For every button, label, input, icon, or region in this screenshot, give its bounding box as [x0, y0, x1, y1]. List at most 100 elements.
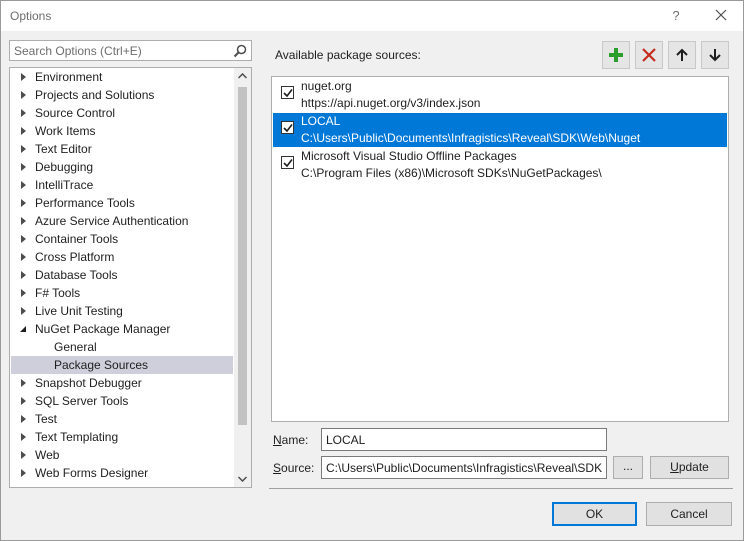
tree-item[interactable]: Performance Tools [11, 194, 233, 212]
source-url: C:\Users\Public\Documents\Infragistics\R… [301, 131, 641, 145]
move-up-button[interactable] [668, 41, 696, 69]
source-enabled-checkbox[interactable] [281, 156, 294, 169]
remove-source-button[interactable] [635, 41, 663, 69]
source-enabled-checkbox[interactable] [281, 121, 294, 134]
checkmark-icon [283, 159, 293, 168]
collapsed-arrow-icon[interactable] [21, 307, 26, 315]
remove-icon [642, 48, 656, 62]
source-url: C:\Program Files (x86)\Microsoft SDKs\Nu… [301, 166, 602, 180]
title-bar: Options ? [1, 1, 743, 31]
collapsed-arrow-icon[interactable] [21, 433, 26, 441]
source-label: Source: [273, 461, 315, 475]
footer-divider [269, 488, 733, 489]
tree-item[interactable]: SQL Server Tools [11, 392, 233, 410]
collapsed-arrow-icon[interactable] [21, 415, 26, 423]
checkmark-icon [283, 124, 293, 133]
collapsed-arrow-icon[interactable] [21, 271, 26, 279]
tree-item-label: IntelliTrace [35, 178, 94, 192]
collapsed-arrow-icon[interactable] [21, 217, 26, 225]
help-button[interactable]: ? [665, 5, 687, 27]
tree-item[interactable]: Container Tools [11, 230, 233, 248]
options-tree: Web Forms Designer Web Text Templating Test… [9, 67, 252, 488]
package-source-row[interactable]: Microsoft Visual Studio Offline Packages… [273, 148, 727, 182]
package-source-row[interactable]: nuget.org https://api.nuget.org/v3/index.… [273, 78, 727, 112]
tree-item[interactable]: IntelliTrace [11, 176, 233, 194]
tree-item-label: Environment [35, 70, 103, 84]
tree-item-label: SQL Server Tools [35, 394, 129, 408]
search-icon[interactable] [233, 44, 247, 58]
collapsed-arrow-icon[interactable] [21, 73, 26, 81]
tree-item-label: Text Templating [35, 430, 119, 444]
available-sources-label: Available package sources: [275, 48, 421, 62]
tree-item-label: Snapshot Debugger [35, 376, 142, 390]
tree-item[interactable]: Debugging [11, 158, 233, 176]
collapsed-arrow-icon[interactable] [21, 379, 26, 387]
move-down-button[interactable] [701, 41, 729, 69]
tree-item-label: Database Tools [35, 268, 118, 282]
tree-item-label: Cross Platform [35, 250, 115, 264]
collapsed-arrow-icon[interactable] [21, 469, 26, 477]
collapsed-arrow-icon[interactable] [21, 127, 26, 135]
tree-item[interactable]: Text Editor [11, 140, 233, 158]
add-source-button[interactable] [602, 41, 630, 69]
search-options-field[interactable] [9, 40, 252, 61]
tree-item[interactable]: Environment [11, 68, 233, 86]
scroll-up-icon[interactable] [238, 73, 247, 79]
collapsed-arrow-icon[interactable] [21, 451, 26, 459]
collapsed-arrow-icon[interactable] [21, 253, 26, 261]
tree-item[interactable]: Live Unit Testing [11, 302, 233, 320]
cancel-button[interactable]: Cancel [646, 502, 732, 526]
tree-item[interactable]: Text Templating [11, 428, 233, 446]
source-name: Microsoft Visual Studio Offline Packages [301, 149, 517, 163]
tree-item[interactable]: Snapshot Debugger [11, 374, 233, 392]
tree-item-label: F# Tools [35, 286, 81, 300]
source-input[interactable] [322, 457, 606, 478]
collapsed-arrow-icon[interactable] [21, 235, 26, 243]
scroll-down-icon[interactable] [238, 476, 247, 482]
tree-item[interactable]: Web Forms Designer [11, 464, 233, 482]
search-input[interactable] [10, 41, 230, 60]
tree-item-label: Package Sources [54, 358, 149, 372]
tree-item[interactable]: Database Tools [11, 266, 233, 284]
tree-item[interactable]: Test [11, 410, 233, 428]
collapsed-arrow-icon[interactable] [21, 199, 26, 207]
close-button[interactable] [709, 5, 733, 27]
tree-item[interactable]: F# Tools [11, 284, 233, 302]
tree-item[interactable]: Cross Platform [11, 248, 233, 266]
update-button[interactable]: Update [650, 456, 729, 479]
collapsed-arrow-icon[interactable] [21, 145, 26, 153]
tree-item-label: Text Editor [35, 142, 92, 156]
dialog-title: Options [10, 9, 52, 23]
options-dialog: Options ? Web Forms Designer Web Text Temp… [0, 0, 744, 541]
tree-item[interactable]: Projects and Solutions [11, 86, 233, 104]
source-field[interactable] [321, 456, 607, 479]
name-field[interactable] [321, 428, 607, 451]
tree-item[interactable]: Source Control [11, 104, 233, 122]
source-enabled-checkbox[interactable] [281, 86, 294, 99]
collapsed-arrow-icon[interactable] [21, 397, 26, 405]
tree-scrollbar[interactable] [234, 68, 251, 487]
add-icon [609, 48, 623, 62]
source-name: nuget.org [301, 79, 352, 93]
tree-item[interactable]: Package Sources [11, 356, 233, 374]
tree-item[interactable]: Work Items [11, 122, 233, 140]
collapsed-arrow-icon[interactable] [21, 181, 26, 189]
tree-item-label: Live Unit Testing [35, 304, 123, 318]
tree-item-label: NuGet Package Manager [35, 322, 171, 336]
collapsed-arrow-icon[interactable] [21, 289, 26, 297]
tree-item-label: Container Tools [35, 232, 119, 246]
collapsed-arrow-icon[interactable] [21, 91, 26, 99]
tree-item[interactable]: General [11, 338, 233, 356]
package-source-row[interactable]: LOCAL C:\Users\Public\Documents\Infragist… [273, 113, 727, 147]
tree-item[interactable]: NuGet Package Manager [11, 320, 233, 338]
scrollbar-thumb[interactable] [238, 87, 247, 425]
collapsed-arrow-icon[interactable] [21, 163, 26, 171]
name-input[interactable] [322, 429, 606, 450]
expanded-arrow-icon[interactable] [20, 326, 26, 332]
tree-item[interactable]: Azure Service Authentication [11, 212, 233, 230]
browse-button[interactable]: ... [613, 456, 643, 479]
collapsed-arrow-icon[interactable] [21, 109, 26, 117]
ok-button[interactable]: OK [552, 502, 637, 526]
tree-item[interactable]: Web [11, 446, 233, 464]
source-name: LOCAL [301, 114, 341, 128]
